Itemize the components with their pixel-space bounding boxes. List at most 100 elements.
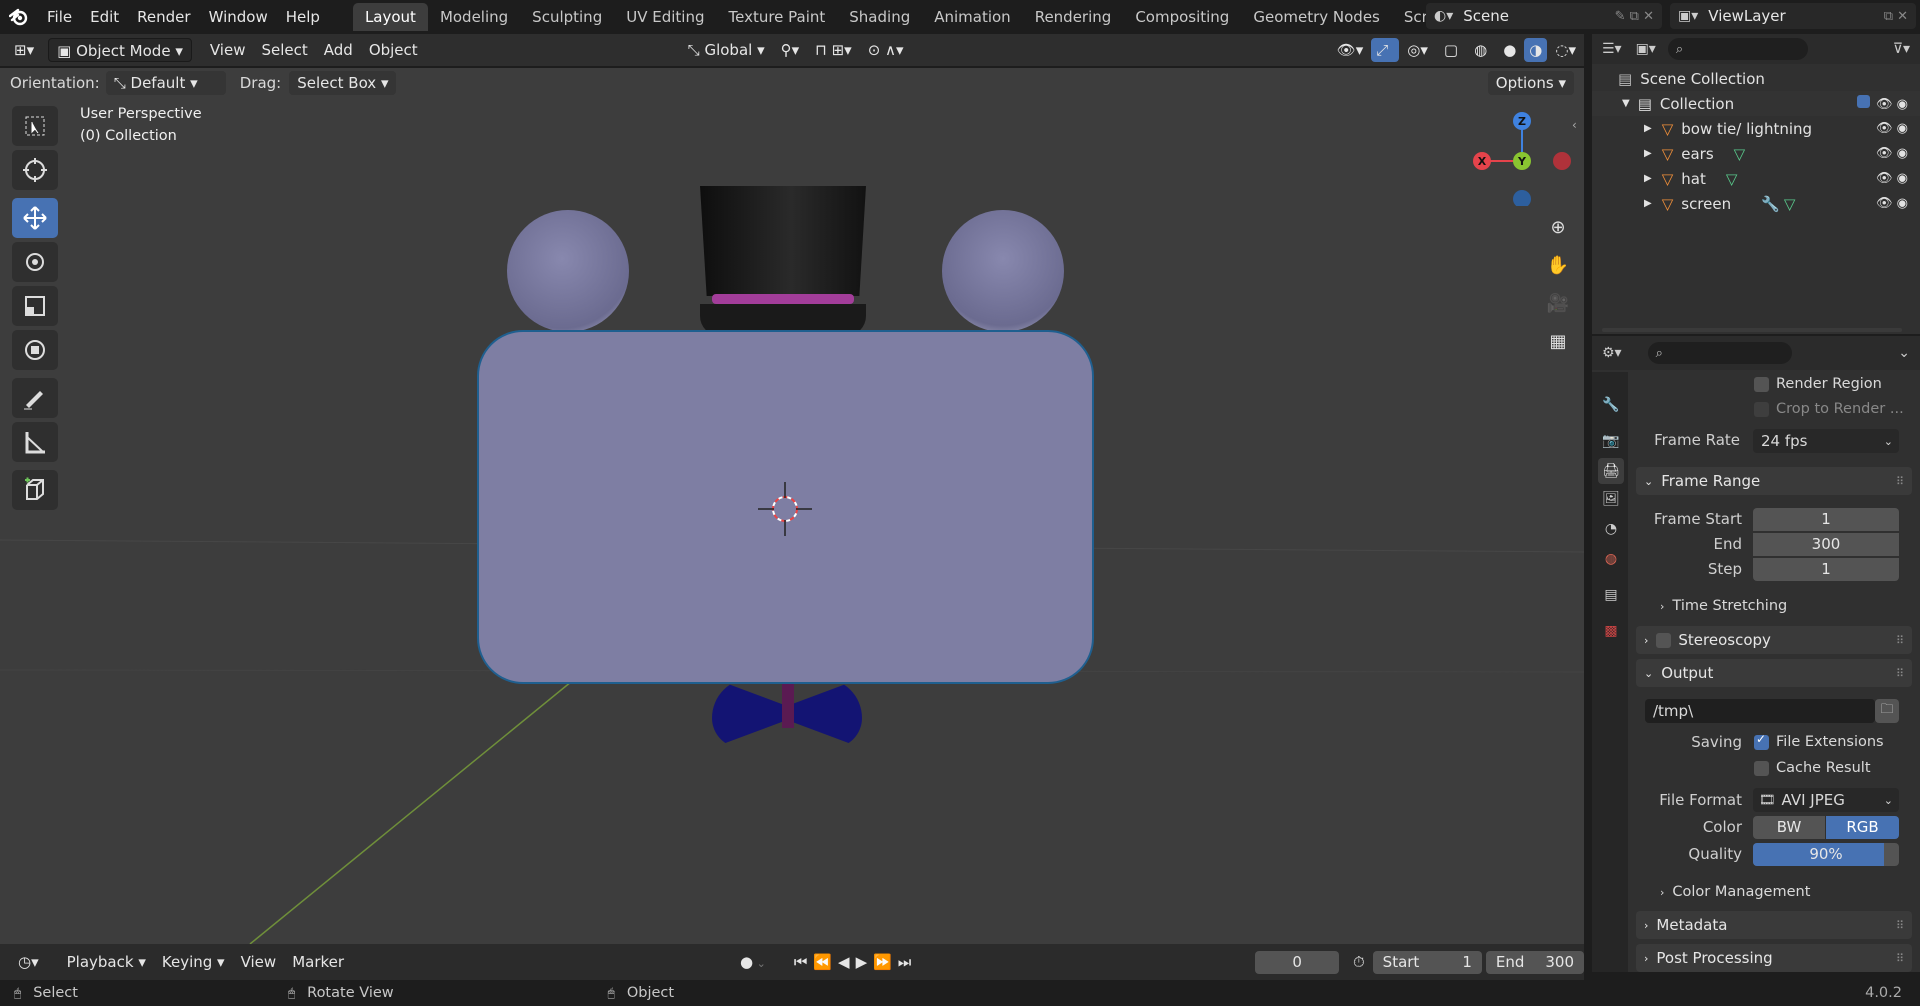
rotate-tool-icon[interactable] [12, 242, 58, 282]
zoom-icon[interactable]: ⊕ [1541, 210, 1575, 244]
file-extensions-row[interactable]: ✓ File Extensions [1754, 732, 1884, 750]
render-region-row[interactable]: Render Region [1754, 376, 1882, 392]
keying-menu[interactable]: Keying ▾ [154, 950, 233, 974]
frame-end-field[interactable]: 300 [1753, 533, 1899, 556]
visibility-icon[interactable]: 👁▾ [1329, 38, 1372, 62]
annotate-tool-icon[interactable] [12, 378, 58, 418]
ear-left[interactable] [507, 210, 629, 332]
folder-browse-icon[interactable]: 🗀 [1875, 699, 1899, 723]
tab-layout[interactable]: Layout [352, 3, 428, 31]
snap-icon[interactable]: ⊓ ⊞▾ [807, 38, 860, 62]
proportional-edit-icon[interactable]: ⊙ ∧▾ [860, 38, 912, 62]
select-box-tool-icon[interactable] [12, 106, 58, 146]
pin-icon[interactable]: ✎ ⧉ ✕ [1615, 9, 1654, 24]
render-region-checkbox[interactable] [1754, 376, 1769, 392]
crop-row[interactable]: Crop to Render ... [1754, 401, 1904, 417]
cache-result-checkbox[interactable] [1754, 760, 1769, 776]
outliner-item[interactable]: ▶ ▽ hat ▽ 👁 ◉ [1592, 166, 1920, 191]
properties-search-input[interactable]: ⌕ [1647, 342, 1792, 364]
menu-render[interactable]: Render [128, 4, 199, 30]
tab-uv-editing[interactable]: UV Editing [614, 3, 716, 31]
shading-solid-icon[interactable]: ● [1495, 38, 1524, 62]
tab-animation[interactable]: Animation [922, 3, 1022, 31]
world-tab-icon[interactable]: ◍ [1598, 546, 1624, 572]
pivot-icon[interactable]: ⚲▾ [773, 38, 808, 62]
frame-start-field[interactable]: 1 [1753, 508, 1899, 531]
menu-edit[interactable]: Edit [81, 4, 128, 30]
collection-tab-icon[interactable]: ▤ [1598, 582, 1624, 608]
frame-step-field[interactable]: 1 [1753, 558, 1899, 581]
transform-tool-icon[interactable] [12, 330, 58, 370]
view-layer-tab-icon[interactable]: 🖼 [1598, 486, 1624, 512]
menu-view[interactable]: View [202, 38, 254, 62]
menu-select[interactable]: Select [253, 38, 315, 62]
time-stretching-subpanel[interactable]: › Time Stretching [1660, 598, 1787, 614]
scene-tab-icon[interactable]: ◔ [1598, 516, 1624, 542]
overlay-toggle-icon[interactable]: ◎▾ [1399, 38, 1436, 62]
tab-shading[interactable]: Shading [837, 3, 922, 31]
tab-geometry-nodes[interactable]: Geometry Nodes [1241, 3, 1392, 31]
new-view-layer-icon[interactable]: ⧉ ✕ [1884, 9, 1908, 24]
tool-tab-icon[interactable]: 🔧 [1598, 392, 1624, 418]
output-panel-header[interactable]: ⌄ Output ⠿ [1636, 659, 1912, 687]
hat-crown[interactable] [700, 186, 866, 296]
collection-row[interactable]: ▼ ▤ Collection 👁 ◉ [1592, 91, 1920, 116]
add-cube-tool-icon[interactable] [12, 470, 58, 510]
visibility-toggles[interactable]: 👁 ◉ [1876, 121, 1908, 136]
outliner-scrollbar[interactable] [1602, 328, 1902, 332]
texture-tab-icon[interactable]: ▩ [1598, 618, 1624, 644]
scene-collection-row[interactable]: ▤ Scene Collection [1592, 66, 1920, 91]
blender-logo-icon[interactable] [0, 0, 38, 34]
tab-rendering[interactable]: Rendering [1023, 3, 1124, 31]
file-format-dropdown[interactable]: 🎞 AVI JPEG ⌄ [1753, 788, 1899, 812]
tab-compositing[interactable]: Compositing [1123, 3, 1241, 31]
menu-add[interactable]: Add [316, 38, 361, 62]
outliner-item[interactable]: ▶ ▽ bow tie/ lightning 👁 ◉ [1592, 116, 1920, 141]
ear-right[interactable] [942, 210, 1064, 332]
move-tool-icon[interactable] [12, 198, 58, 238]
visibility-toggles[interactable]: 👁 ◉ [1876, 196, 1908, 211]
properties-editor-icon[interactable]: ⚙▾ [1602, 345, 1622, 361]
current-frame-field[interactable]: 0 [1255, 950, 1339, 974]
editor-type-icon[interactable]: ⊞▾ [6, 38, 42, 62]
timer-icon[interactable]: ⏱ [1345, 950, 1373, 974]
transform-orientation-dropdown[interactable]: ⤡ Global ▾ [680, 38, 773, 62]
menu-object[interactable]: Object [361, 38, 426, 62]
cache-result-row[interactable]: Cache Result [1754, 760, 1871, 776]
collection-toggles[interactable]: 👁 ◉ [1857, 95, 1908, 112]
visibility-toggles[interactable]: 👁 ◉ [1876, 146, 1908, 161]
render-tab-icon[interactable]: 📷 [1598, 428, 1624, 454]
start-frame-field[interactable]: Start 1 [1372, 950, 1482, 974]
tab-texture-paint[interactable]: Texture Paint [716, 3, 837, 31]
menu-help[interactable]: Help [277, 4, 329, 30]
playback-controls[interactable]: ⏮⏪◀▶⏩⏭ [786, 950, 925, 974]
record-icon[interactable]: ● ⌄ [732, 950, 774, 974]
playback-menu[interactable]: Playback ▾ [59, 950, 154, 974]
properties-options-icon[interactable]: ⌄ [1898, 345, 1910, 361]
collapse-sidebar-icon[interactable]: ‹ [1572, 118, 1577, 132]
visibility-toggles[interactable]: 👁 ◉ [1876, 171, 1908, 186]
frame-range-panel-header[interactable]: ⌄ Frame Range ⠿ [1636, 467, 1912, 495]
shading-wireframe-icon[interactable]: ◍ [1466, 38, 1495, 62]
tab-modeling[interactable]: Modeling [428, 3, 520, 31]
mode-dropdown[interactable]: ▣ Object Mode ▾ [48, 38, 192, 62]
expand-arrow-icon[interactable]: ▶ [1644, 123, 1652, 134]
expand-arrow-icon[interactable]: ▶ [1644, 198, 1652, 209]
color-bw-button[interactable]: BW [1753, 816, 1825, 839]
menu-file[interactable]: File [38, 4, 81, 30]
post-processing-panel-header[interactable]: › Post Processing ⠿ [1636, 944, 1912, 972]
marker-menu[interactable]: Marker [284, 950, 352, 974]
shading-rendered-icon[interactable]: ◌▾ [1547, 38, 1584, 62]
display-mode-icon[interactable]: ▣▾ [1636, 41, 1656, 57]
timeline-editor-icon[interactable]: ◷▾ [10, 950, 47, 974]
view-layer-selector[interactable]: ▣▾ ViewLayer ⧉ ✕ [1670, 3, 1916, 29]
xray-icon[interactable]: ▢ [1436, 38, 1466, 62]
stereoscopy-panel-header[interactable]: › Stereoscopy ⠿ [1636, 626, 1912, 654]
shading-material-icon[interactable]: ◑ [1524, 38, 1548, 62]
navigation-gizmo[interactable]: Z X Y [1466, 106, 1576, 206]
crop-checkbox[interactable] [1754, 401, 1769, 417]
outliner-item[interactable]: ▶ ▽ ears ▽ 👁 ◉ [1592, 141, 1920, 166]
end-frame-field[interactable]: End 300 [1485, 950, 1585, 974]
frame-rate-dropdown[interactable]: 24 fps ⌄ [1753, 429, 1899, 453]
outliner-editor-icon[interactable]: ☰▾ [1602, 41, 1622, 57]
